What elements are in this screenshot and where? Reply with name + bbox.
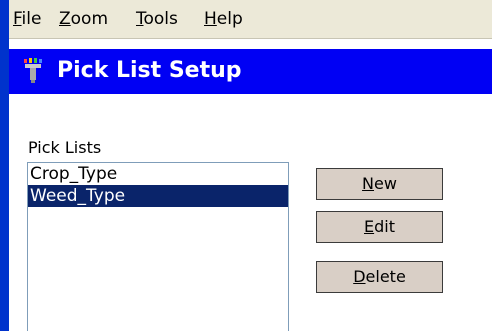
delete-button[interactable]: Delete: [316, 261, 443, 293]
window-title: Pick List Setup: [57, 58, 242, 83]
edit-button[interactable]: Edit: [316, 211, 443, 243]
list-item-crop-type[interactable]: Crop_Type: [28, 163, 288, 185]
menu-bar: File Zoom Tools Help: [9, 0, 492, 39]
pick-list-app-icon: [24, 58, 42, 83]
title-bar: Pick List Setup: [9, 49, 492, 94]
new-button[interactable]: New: [316, 168, 443, 200]
menu-help[interactable]: Help: [204, 9, 243, 29]
pick-lists-label: Pick Lists: [28, 138, 102, 157]
list-item-weed-type[interactable]: Weed_Type: [28, 185, 288, 207]
menu-file[interactable]: File: [13, 9, 41, 29]
menu-tools[interactable]: Tools: [136, 9, 178, 29]
window-left-edge: [0, 0, 9, 331]
menu-zoom[interactable]: Zoom: [59, 9, 108, 29]
pick-lists-listbox[interactable]: Crop_Type Weed_Type: [27, 162, 289, 331]
